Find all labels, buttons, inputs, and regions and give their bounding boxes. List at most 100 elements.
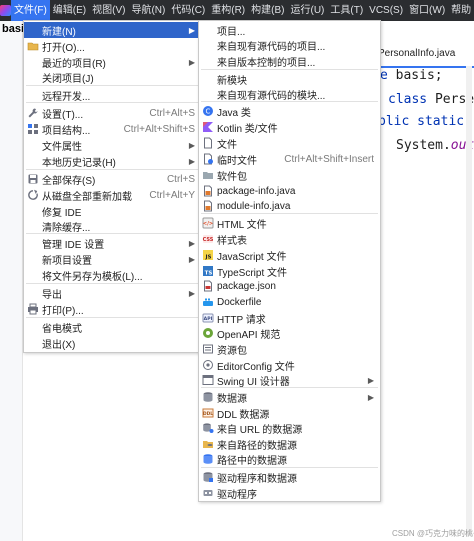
file-menu-item-label: 本地历史记录(H) [42, 157, 116, 169]
file-menu-item-18[interactable]: 省电模式 [24, 319, 201, 335]
datasource-path-icon [202, 438, 214, 450]
file-menu-item-label: 退出(X) [42, 339, 76, 351]
scratch-file-icon [202, 153, 214, 165]
chevron-right-icon: ▶ [188, 238, 195, 248]
new-menu-item-0[interactable]: 项目... [199, 22, 380, 38]
code-line-3: blic static [378, 114, 465, 129]
editor-scrollbar[interactable] [466, 66, 472, 536]
file-menu-item-3[interactable]: 关闭项目(J) [24, 69, 201, 85]
menubar-item-9[interactable]: VCS(S) [366, 0, 406, 21]
file-menu-item-4[interactable]: 远程开发... [24, 87, 201, 103]
app-logo-icon [0, 0, 11, 21]
new-menu-item-9[interactable]: 软件包 [199, 167, 380, 183]
file-menu-item-label: 全部保存(S) [42, 175, 96, 187]
menubar-item-2[interactable]: 视图(V) [89, 0, 128, 21]
menu-separator [201, 387, 378, 388]
reload-icon [27, 189, 39, 201]
file-menu-item-11[interactable]: 修复 IDE [24, 203, 201, 219]
file-menu-item-5[interactable]: 设置(T)... Ctrl+Alt+S [24, 105, 201, 121]
new-menu-item-12[interactable]: </> HTML 文件 [199, 215, 380, 231]
code-line-2: class Perse [388, 92, 474, 107]
menubar-item-3[interactable]: 导航(N) [128, 0, 168, 21]
file-menu-item-8[interactable]: 本地历史记录(H) ▶ [24, 153, 201, 169]
new-menu-item-7[interactable]: 文件 [199, 135, 380, 151]
new-menu-item-17[interactable]: Dockerfile [199, 294, 380, 310]
file-menu-item-0[interactable]: 新建(N) ▶ [24, 22, 201, 38]
file-menu-item-7[interactable]: 文件属性 ▶ [24, 137, 201, 153]
new-menu-item-1[interactable]: 来自现有源代码的项目... [199, 37, 380, 53]
file-menu-item-6[interactable]: 项目结构... Ctrl+Alt+Shift+S [24, 121, 201, 137]
shortcut-hint: Ctrl+Alt+Shift+Insert [284, 153, 374, 165]
file-menu-item-19[interactable]: 退出(X) [24, 335, 201, 351]
new-menu-item-25[interactable]: 来自 URL 的数据源 [199, 420, 380, 436]
project-structure-icon [27, 123, 39, 135]
menubar: 文件(F) 编辑(E) 视图(V) 导航(N) 代码(C) 重构(R) 构建(B) 运行(U)… [0, 0, 474, 21]
menu-separator [26, 102, 199, 103]
java-file-icon [202, 200, 214, 212]
menu-separator [26, 85, 199, 86]
watermark: CSDN @巧克力味的桃子 [392, 529, 474, 538]
file-menu-item-16[interactable]: 导出 ▶ [24, 285, 201, 301]
new-menu-item-11[interactable]: module-info.java [199, 198, 380, 214]
chevron-right-icon: ▶ [188, 25, 195, 35]
new-menu-item-18[interactable]: API HTTP 请求 [199, 310, 380, 326]
shortcut-hint: Ctrl+Alt+Shift+S [123, 123, 195, 135]
new-menu-item-10[interactable]: package-info.java [199, 183, 380, 199]
new-submenu: 项目... 来自现有源代码的项目... 来自版本控制的项目... 新模块 来自现有源代码… [198, 20, 381, 502]
new-menu-item-label: 驱动程序 [217, 489, 257, 501]
new-menu-item-19[interactable]: OpenAPI 规范 [199, 325, 380, 341]
new-menu-item-28[interactable]: 驱动程序和数据源 [199, 469, 380, 485]
project-tab[interactable]: basi [2, 23, 24, 35]
chevron-right-icon: ▶ [367, 375, 374, 385]
new-menu-item-15[interactable]: TS TypeScript 文件 [199, 263, 380, 279]
chevron-right-icon: ▶ [367, 392, 374, 402]
menubar-item-0[interactable]: 文件(F) [11, 0, 50, 21]
file-menu-item-13[interactable]: 管理 IDE 设置 ▶ [24, 235, 201, 251]
new-menu-item-23[interactable]: 数据源 ▶ [199, 389, 380, 405]
chevron-right-icon: ▶ [188, 288, 195, 298]
new-menu-item-24[interactable]: DDL DDL 数据源 [199, 405, 380, 421]
new-menu-item-6[interactable]: Kotlin 类/文件 [199, 119, 380, 135]
menubar-item-8[interactable]: 工具(T) [327, 0, 366, 21]
file-menu-item-14[interactable]: 新项目设置 ▶ [24, 251, 201, 267]
new-menu-item-label: Dockerfile [217, 296, 262, 308]
file-menu-item-15[interactable]: 将文件另存为模板(L)... [24, 267, 201, 283]
menubar-item-4[interactable]: 代码(C) [168, 0, 208, 21]
new-menu-item-22[interactable]: Swing UI 设计器 ▶ [199, 372, 380, 388]
chevron-right-icon: ▶ [188, 156, 195, 166]
menubar-item-6[interactable]: 构建(B) [248, 0, 287, 21]
new-menu-item-3[interactable]: 新模块 [199, 71, 380, 87]
new-menu-item-4[interactable]: 来自现有源代码的模块... [199, 86, 380, 102]
css-icon: CSS [202, 233, 214, 245]
file-menu-item-2[interactable]: 最近的项目(R) ▶ [24, 54, 201, 70]
file-menu-item-label: 远程开发... [42, 91, 91, 103]
new-menu-item-27[interactable]: 路径中的数据源 [199, 451, 380, 467]
menubar-item-1[interactable]: 编辑(E) [50, 0, 89, 21]
menubar-item-11[interactable]: 帮助 [448, 0, 474, 21]
new-menu-item-label: 来自 URL 的数据源 [217, 424, 303, 436]
new-menu-item-16[interactable]: package.json [199, 278, 380, 294]
menubar-item-5[interactable]: 重构(R) [208, 0, 248, 21]
new-menu-item-5[interactable]: C Java 类 [199, 103, 380, 119]
new-menu-item-26[interactable]: 来自路径的数据源 [199, 436, 380, 452]
tool-window-stripe [0, 21, 23, 541]
file-menu-item-10[interactable]: 从磁盘全部重新加载 Ctrl+Alt+Y [24, 187, 201, 203]
new-menu-item-13[interactable]: CSS 样式表 [199, 231, 380, 247]
file-menu-item-label: 导出 [42, 289, 62, 301]
menubar-item-10[interactable]: 窗口(W) [406, 0, 448, 21]
file-menu-item-17[interactable]: 打印(P)... [24, 301, 201, 317]
new-menu-item-8[interactable]: 临时文件 Ctrl+Alt+Shift+Insert [199, 151, 380, 167]
new-menu-item-21[interactable]: EditorConfig 文件 [199, 357, 380, 373]
new-menu-item-29[interactable]: 驱动程序 [199, 485, 380, 501]
editor-file-tab[interactable]: PersonalInfo.java [378, 44, 474, 68]
file-menu-item-1[interactable]: 打开(O)... [24, 38, 201, 54]
new-menu-item-label: 资源包 [217, 345, 247, 357]
menu-separator [26, 233, 199, 234]
new-menu-item-14[interactable]: JS JavaScript 文件 [199, 247, 380, 263]
new-menu-item-20[interactable]: 资源包 [199, 341, 380, 357]
new-menu-item-2[interactable]: 来自版本控制的项目... [199, 53, 380, 69]
file-menu-item-12[interactable]: 清除缓存... [24, 218, 201, 234]
svg-text:CSS: CSS [203, 237, 214, 243]
menubar-item-7[interactable]: 运行(U) [287, 0, 327, 21]
file-menu-item-9[interactable]: 全部保存(S) Ctrl+S [24, 171, 201, 187]
